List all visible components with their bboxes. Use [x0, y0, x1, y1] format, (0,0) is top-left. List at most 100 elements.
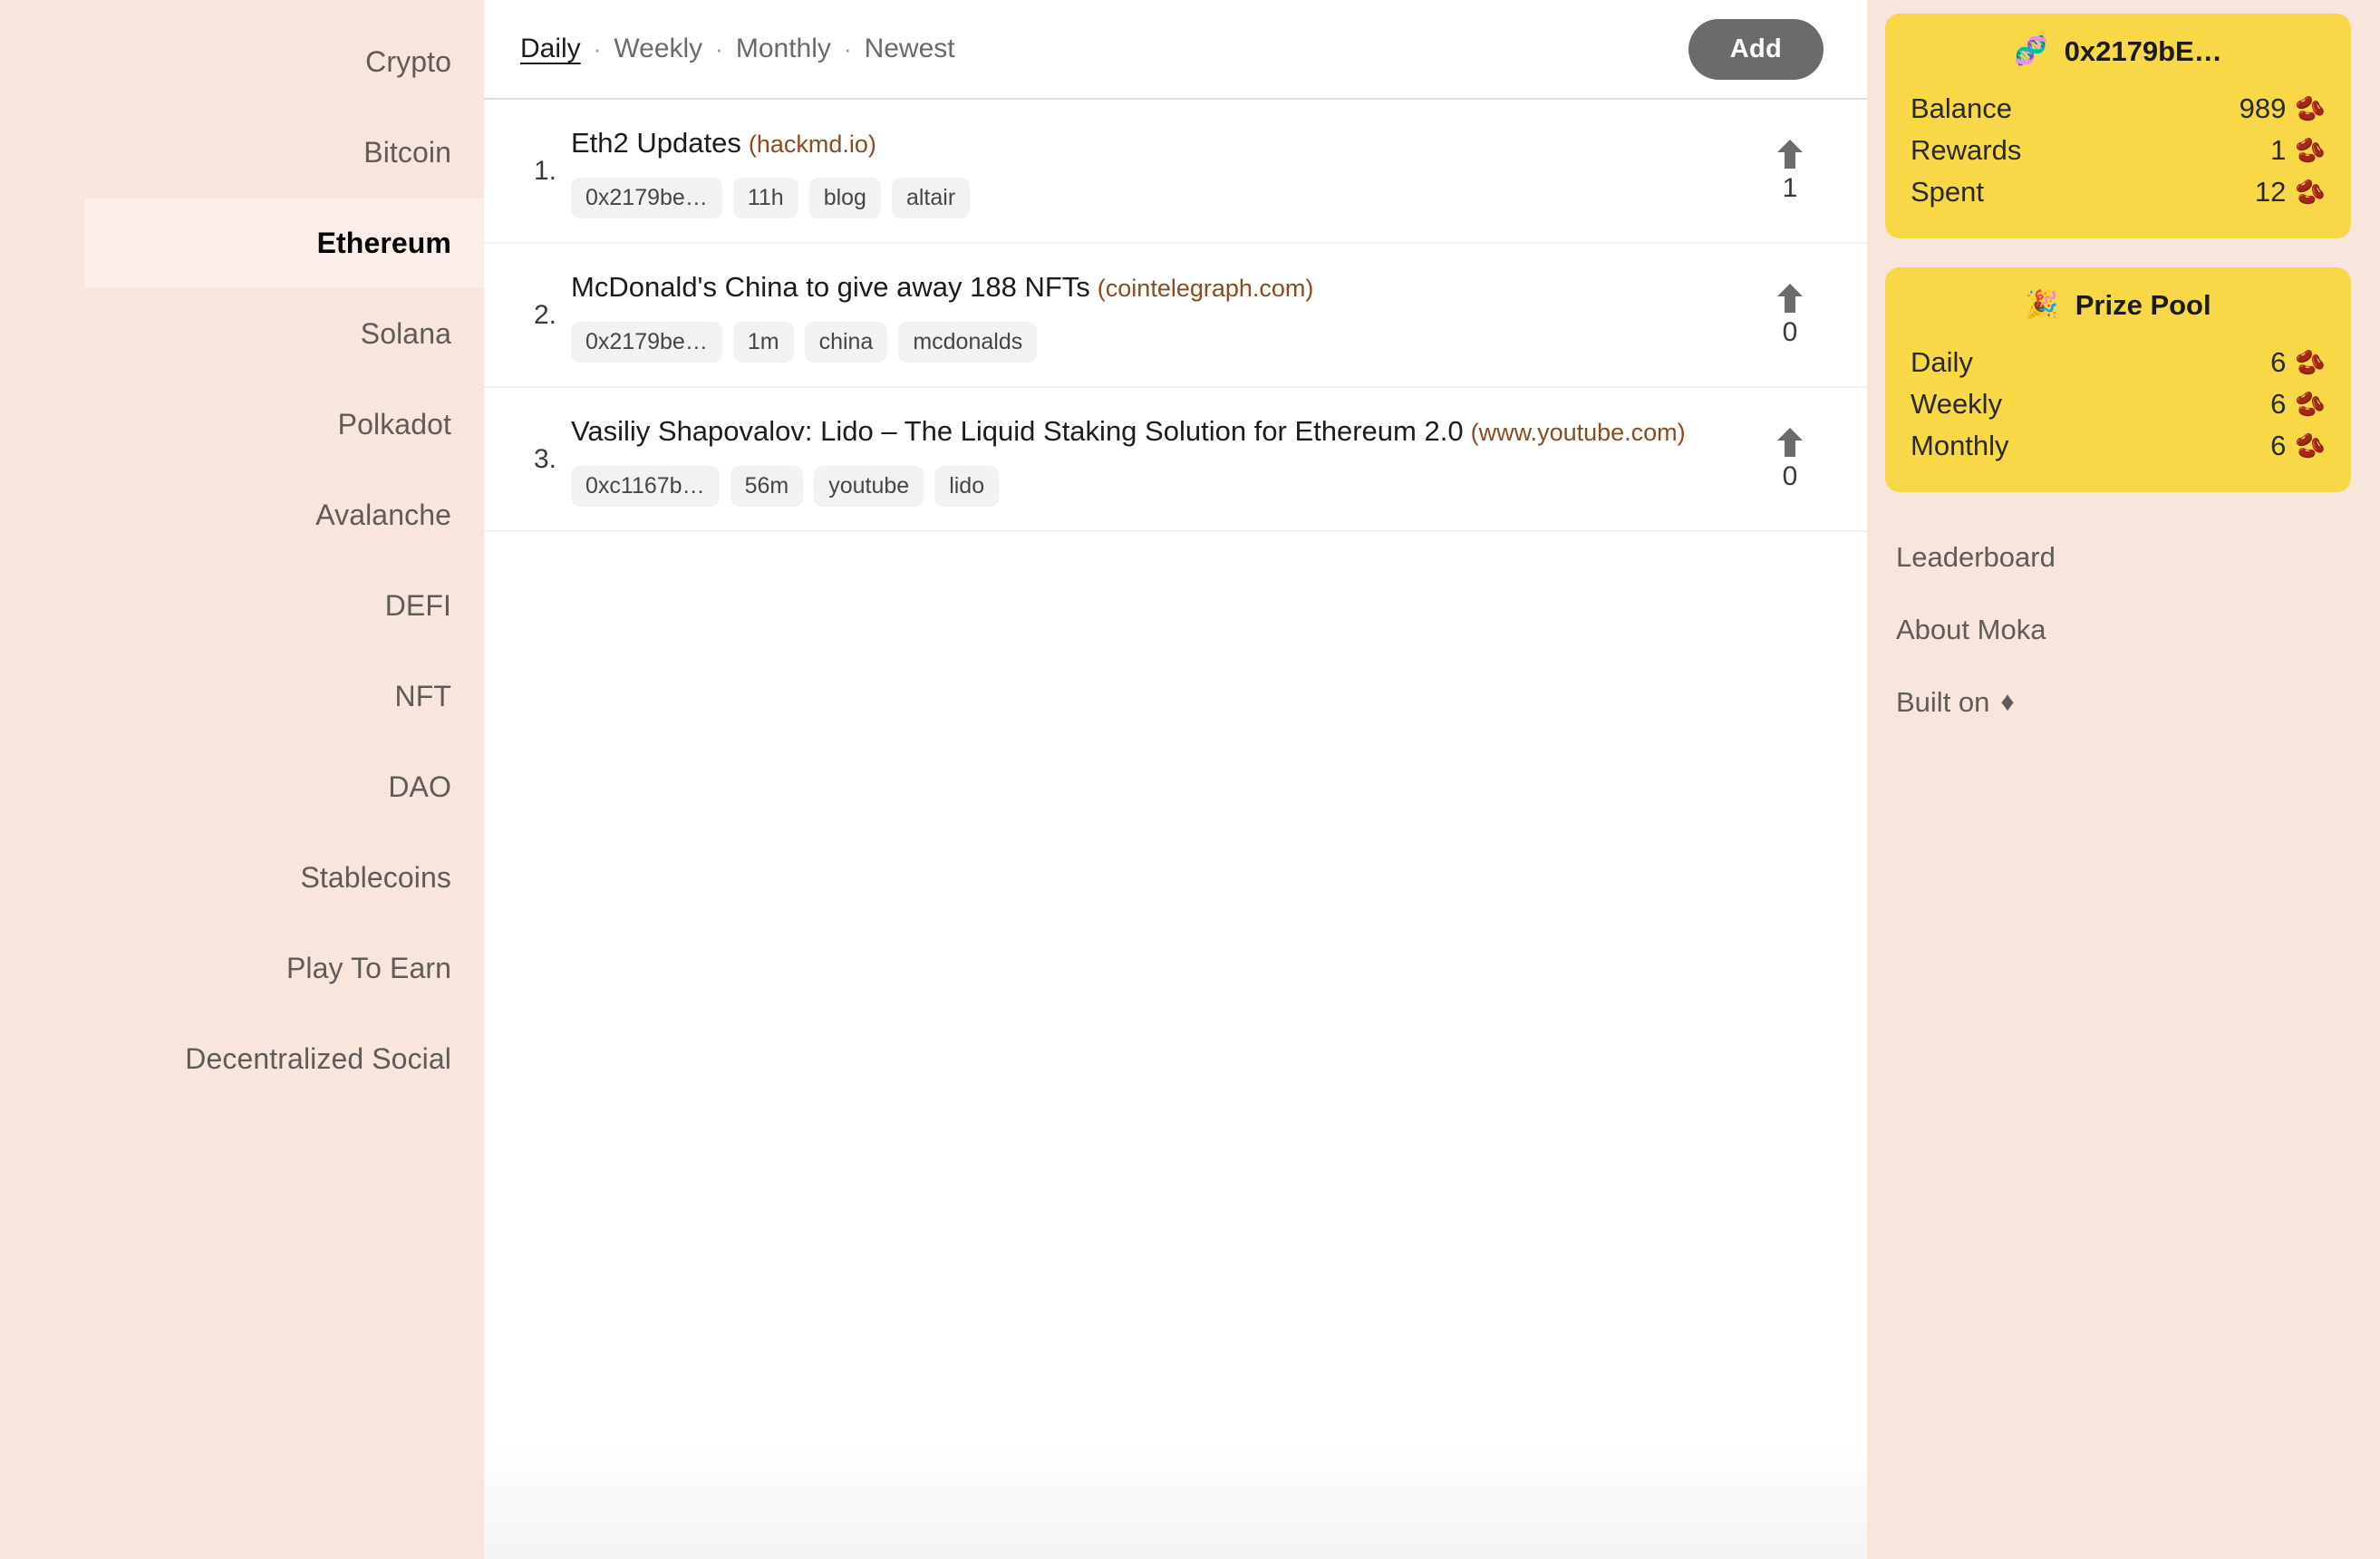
- post-title-link[interactable]: Vasiliy Shapovalov: Lido – The Liquid St…: [571, 415, 1464, 447]
- filter-tab-monthly[interactable]: Monthly: [736, 34, 831, 64]
- wallet-row: Rewards 1 🫘: [1911, 130, 2326, 171]
- prize-row: Monthly 6 🫘: [1911, 425, 2326, 467]
- prize-pool-card-header: 🎉 Prize Pool: [1911, 289, 2326, 322]
- post-rank: 1.: [533, 155, 556, 186]
- post-age-tag[interactable]: 56m: [730, 466, 804, 508]
- sidebar-link-label: About Moka: [1896, 614, 2046, 645]
- sidebar-item-solana[interactable]: Solana: [0, 288, 484, 379]
- coffee-bean-icon: 🫘: [2295, 348, 2326, 376]
- post-vote-column: 0: [1713, 412, 1867, 507]
- filter-tabs: Daily · Weekly · Monthly · Newest: [520, 34, 955, 64]
- post-rank: 3.: [533, 443, 556, 474]
- prize-pool-rows: Daily 6 🫘 Weekly 6 🫘 Monthly 6 🫘: [1911, 342, 2326, 467]
- post-body: Eth2 Updates (hackmd.io) 0x2179be… 11h blog a…: [571, 123, 1713, 219]
- filter-tab-daily[interactable]: Daily: [520, 34, 581, 64]
- prize-row: Daily 6 🫘: [1911, 342, 2326, 383]
- sidebar-item-dao[interactable]: DAO: [0, 741, 484, 832]
- post-body: McDonald's China to give away 188 NFTs (c…: [571, 267, 1713, 363]
- prize-value: 6: [2270, 388, 2287, 420]
- post-domain-link[interactable]: (www.youtube.com): [1471, 419, 1686, 446]
- content-toolbar: Daily · Weekly · Monthly · Newest Add: [484, 0, 1867, 100]
- arrow-up-icon[interactable]: [1776, 283, 1804, 314]
- sidebar-item-polkadot[interactable]: Polkadot: [0, 379, 484, 470]
- prize-pool-title: Prize Pool: [2075, 289, 2211, 321]
- sidebar-item-decentralized-social[interactable]: Decentralized Social: [0, 1013, 484, 1104]
- prize-row: Weekly 6 🫘: [1911, 383, 2326, 425]
- post-body: Vasiliy Shapovalov: Lido – The Liquid St…: [571, 412, 1713, 508]
- sidebar-item-defi[interactable]: DEFI: [0, 560, 484, 651]
- sidebar-link-built-on[interactable]: Built on ♦: [1885, 666, 2351, 739]
- sidebar-item-ethereum[interactable]: Ethereum: [84, 198, 484, 288]
- sidebar-item-avalanche[interactable]: Avalanche: [0, 470, 484, 560]
- post-tags: 0x2179be… 11h blog altair: [571, 178, 1686, 219]
- main-content: Daily · Weekly · Monthly · Newest Add 1. Eth2 U…: [484, 0, 1867, 1559]
- filter-separator: ·: [843, 34, 852, 63]
- post-topic-tag[interactable]: china: [804, 322, 888, 363]
- post-topic-tag[interactable]: youtube: [814, 466, 924, 508]
- post-author-tag[interactable]: 0xc1167b…: [571, 466, 720, 508]
- right-sidebar: 🧬 0x2179bE… Balance 989 🫘 Rewards 1 🫘 Spent 12 🫘…: [1867, 0, 2380, 1559]
- wallet-card: 🧬 0x2179bE… Balance 989 🫘 Rewards 1 🫘 Spent 12 🫘: [1885, 14, 2351, 238]
- post-title-link[interactable]: Eth2 Updates: [571, 127, 741, 159]
- category-sidebar: Crypto Bitcoin Ethereum Solana Polkadot Avala…: [0, 0, 484, 1559]
- post-domain-link[interactable]: (hackmd.io): [749, 131, 876, 158]
- filter-separator: ·: [715, 34, 723, 63]
- wallet-value-group: 1 🫘: [2270, 134, 2326, 167]
- post-list: 1. Eth2 Updates (hackmd.io) 0x2179be… 11h blo…: [484, 100, 1867, 533]
- wallet-value-group: 989 🫘: [2240, 92, 2326, 125]
- coffee-bean-icon: 🫘: [2295, 136, 2326, 164]
- vote-count: 1: [1782, 172, 1798, 203]
- sidebar-link-label: Built on: [1896, 686, 1990, 718]
- filter-tab-newest[interactable]: Newest: [865, 34, 955, 64]
- post-age-tag[interactable]: 1m: [732, 322, 794, 363]
- wallet-row: Balance 989 🫘: [1911, 88, 2326, 130]
- sidebar-item-nft[interactable]: NFT: [0, 651, 484, 741]
- sidebar-item-crypto[interactable]: Crypto: [0, 16, 484, 107]
- app-root: Crypto Bitcoin Ethereum Solana Polkadot Avala…: [0, 0, 2380, 1559]
- category-list: Crypto Bitcoin Ethereum Solana Polkadot Avala…: [0, 16, 484, 1104]
- post-topic-tag[interactable]: blog: [808, 178, 881, 219]
- post-author-tag[interactable]: 0x2179be…: [571, 178, 722, 219]
- post-domain-link[interactable]: (cointelegraph.com): [1098, 275, 1314, 302]
- sidebar-link-label: Leaderboard: [1896, 541, 2056, 573]
- wallet-address[interactable]: 0x2179bE…: [2065, 35, 2222, 68]
- sidebar-link-about-moka[interactable]: About Moka: [1885, 594, 2351, 666]
- sidebar-link-leaderboard[interactable]: Leaderboard: [1885, 521, 2351, 594]
- sidebar-item-bitcoin[interactable]: Bitcoin: [0, 107, 484, 198]
- sidebar-item-play-to-earn[interactable]: Play To Earn: [0, 923, 484, 1013]
- post-topic-tag[interactable]: lido: [934, 466, 1000, 508]
- post-title-link[interactable]: McDonald's China to give away 188 NFTs: [571, 271, 1090, 303]
- arrow-up-icon[interactable]: [1776, 139, 1804, 169]
- post-vote-column: 0: [1713, 267, 1867, 363]
- vote-count: 0: [1782, 316, 1798, 347]
- sidebar-links: Leaderboard About Moka Built on ♦: [1885, 521, 2351, 739]
- post-title-line: McDonald's China to give away 188 NFTs (c…: [571, 267, 1686, 307]
- wallet-value-group: 12 🫘: [2255, 176, 2326, 208]
- prize-value-group: 6 🫘: [2270, 388, 2326, 421]
- diamond-icon: ♦: [2000, 687, 2015, 717]
- post-row: 3. Vasiliy Shapovalov: Lido – The Liquid …: [484, 388, 1867, 533]
- prize-label: Daily: [1911, 346, 1973, 378]
- vote-count: 0: [1782, 460, 1798, 491]
- wallet-value: 1: [2270, 134, 2287, 166]
- prize-value-group: 6 🫘: [2270, 430, 2326, 462]
- add-button[interactable]: Add: [1688, 18, 1824, 80]
- coffee-bean-icon: 🫘: [2295, 94, 2326, 122]
- arrow-up-icon[interactable]: [1776, 427, 1804, 458]
- sidebar-item-stablecoins[interactable]: Stablecoins: [0, 832, 484, 923]
- post-tags: 0x2179be… 1m china mcdonalds: [571, 322, 1686, 363]
- prize-label: Monthly: [1911, 430, 2009, 461]
- post-author-tag[interactable]: 0x2179be…: [571, 322, 722, 363]
- wallet-card-header: 🧬 0x2179bE…: [1911, 35, 2326, 68]
- prize-pool-card: 🎉 Prize Pool Daily 6 🫘 Weekly 6 🫘 Monthly 6 🫘: [1885, 267, 2351, 492]
- post-topic-tag[interactable]: altair: [891, 178, 971, 219]
- post-vote-column: 1: [1713, 123, 1867, 218]
- coffee-bean-icon: 🫘: [2295, 178, 2326, 206]
- post-age-tag[interactable]: 11h: [732, 178, 798, 219]
- post-title-line: Vasiliy Shapovalov: Lido – The Liquid St…: [571, 412, 1686, 451]
- post-topic-tag[interactable]: mcdonalds: [898, 322, 1038, 363]
- filter-tab-weekly[interactable]: Weekly: [614, 34, 702, 64]
- post-rank: 2.: [533, 299, 556, 330]
- prize-label: Weekly: [1911, 388, 2003, 420]
- post-title-line: Eth2 Updates (hackmd.io): [571, 123, 1686, 163]
